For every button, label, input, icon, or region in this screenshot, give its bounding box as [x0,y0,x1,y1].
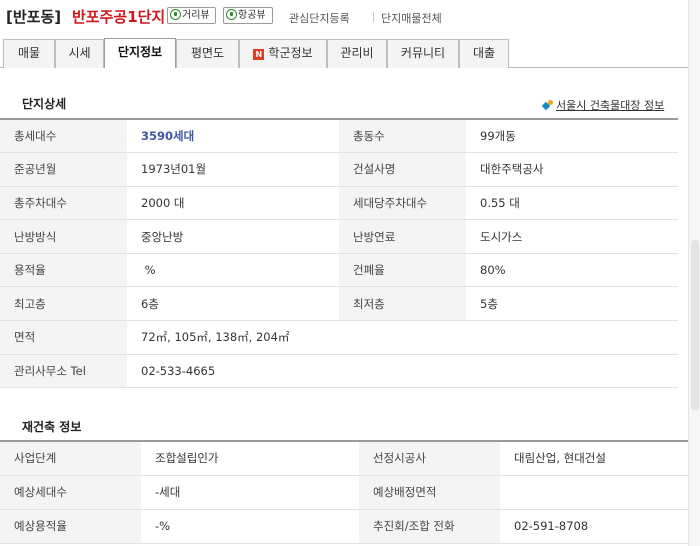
aerial-view-button[interactable]: 항공뷰 [223,7,273,24]
vertical-scrollbar[interactable] [688,0,700,546]
building-register-link[interactable]: 서울시 건축물대장 정보 [543,97,664,113]
detail-value: 5층 [466,286,678,322]
table-row: 예상용적율 -% 추진회/조합 전화 02-591-8708 [0,509,700,544]
table-row: 면적 72㎡, 105㎡, 138㎡, 204㎡ [0,320,678,355]
detail-label: 최고층 [0,286,127,322]
detail-value: 80% [466,253,678,288]
new-badge-icon: N [253,49,265,60]
rebuild-info-table: 사업단계 조합설립인가 선정시공사 대림산업, 현대건설 예상세대수 -세대 예… [0,440,700,544]
office-phone-value: 02-533-4665 [127,354,678,389]
detail-label: 건설사명 [339,152,466,187]
aerial-view-icon [226,9,237,20]
detail-value: 99개동 [466,119,678,154]
detail-label: 건폐율 [339,253,466,288]
rebuild-label: 사업단계 [0,441,141,476]
detail-value: % [127,253,339,288]
tab-loan[interactable]: 대출 [459,39,509,68]
tab-community[interactable]: 커뮤니티 [387,39,459,68]
table-row: 최고층 6층 최저층 5층 [0,286,678,322]
complex-name: 반포주공1단지 [72,8,166,26]
street-view-icon [170,9,181,20]
detail-value: 0.55 대 [466,186,678,221]
detail-label: 총세대수 [0,119,127,154]
rebuild-label: 추진회/조합 전화 [359,509,500,544]
table-row: 예상세대수 -세대 예상배정면적 [0,475,700,510]
rebuild-label: 예상배정면적 [359,475,500,510]
street-view-button[interactable]: 거리뷰 [167,7,216,24]
building-register-label: 서울시 건축물대장 정보 [556,99,665,112]
detail-label: 면적 [0,320,127,355]
tab-label: 시세 [68,46,91,60]
rebuild-info-title: 재건축 정보 [22,420,82,434]
street-view-label: 거리뷰 [182,10,210,21]
detail-label: 세대당주차대수 [339,186,466,221]
complex-detail-title: 단지상세 [22,97,67,111]
detail-label: 준공년월 [0,152,127,187]
detail-value: 1973년01월 [127,152,339,187]
detail-label: 난방방식 [0,219,127,254]
detail-value: 중앙난방 [127,219,339,254]
favorite-register-link[interactable]: 관심단지등록 [289,10,350,26]
tab-label: 매물 [17,46,41,60]
detail-label: 난방연료 [339,219,466,254]
tab-prices[interactable]: 시세 [55,39,104,68]
detail-value: 6층 [127,286,339,322]
aerial-view-label: 항공뷰 [238,10,266,21]
rebuild-value [500,475,700,510]
rebuild-value: -세대 [141,475,359,510]
complex-header: [반포동] 반포주공1단지 거리뷰 항공뷰 관심단지등록 단지매물전체 [0,0,700,34]
detail-value: 3590세대 [127,119,339,154]
tab-label: 단지정보 [117,45,163,59]
table-row: 총주차대수 2000 대 세대당주차대수 0.55 대 [0,186,678,221]
detail-label: 총동수 [339,119,466,154]
region-label: [반포동] [6,8,62,26]
detail-label: 총주차대수 [0,186,127,221]
area-value: 72㎡, 105㎡, 138㎡, 204㎡ [127,320,678,355]
rebuild-value: -% [141,509,359,544]
table-row: 관리사무소 Tel 02-533-4665 [0,354,678,389]
tab-management-fee[interactable]: 관리비 [327,39,387,68]
rebuild-label: 예상용적율 [0,509,141,544]
tab-label: 학군정보 [268,46,313,60]
table-row: 용적율 % 건폐율 80% [0,253,678,288]
detail-value: 도시가스 [466,219,678,254]
header-divider [373,12,374,22]
tab-floor-plan[interactable]: 평면도 [176,39,239,68]
detail-value: 2000 대 [127,186,339,221]
detail-label: 최저층 [339,286,466,322]
rebuild-label: 예상세대수 [0,475,141,510]
rebuild-value: 대림산업, 현대건설 [500,441,700,476]
detail-label: 용적율 [0,253,127,288]
table-row: 총세대수 3590세대 총동수 99개동 [0,119,678,154]
tab-label: 커뮤니티 [400,46,446,60]
detail-label: 관리사무소 Tel [0,354,127,389]
table-row: 준공년월 1973년01월 건설사명 대한주택공사 [0,152,678,187]
rebuild-label: 선정시공사 [359,441,500,476]
rebuild-value: 조합설립인가 [141,441,359,476]
scrollbar-thumb[interactable] [691,240,699,410]
tab-complex-info[interactable]: 단지정보 [104,38,176,68]
tab-label: 평면도 [190,46,225,60]
map-pin-icon [543,100,553,110]
tab-school-info[interactable]: N 학군정보 [239,39,327,68]
tab-label: 관리비 [340,46,374,60]
tab-listings[interactable]: 매물 [3,39,55,68]
detail-value: 대한주택공사 [466,152,678,187]
rebuild-value: 02-591-8708 [500,509,700,544]
tab-bar: 매물 시세 단지정보 평면도 N 학군정보 관리비 커뮤니티 대출 [0,35,700,68]
all-listings-link[interactable]: 단지매물전체 [381,10,442,26]
tab-label: 대출 [472,46,496,60]
table-row: 난방방식 중앙난방 난방연료 도시가스 [0,219,678,254]
table-row: 사업단계 조합설립인가 선정시공사 대림산업, 현대건설 [0,441,700,476]
complex-detail-table: 총세대수 3590세대 총동수 99개동 준공년월 1973년01월 건설사명 … [0,118,678,389]
